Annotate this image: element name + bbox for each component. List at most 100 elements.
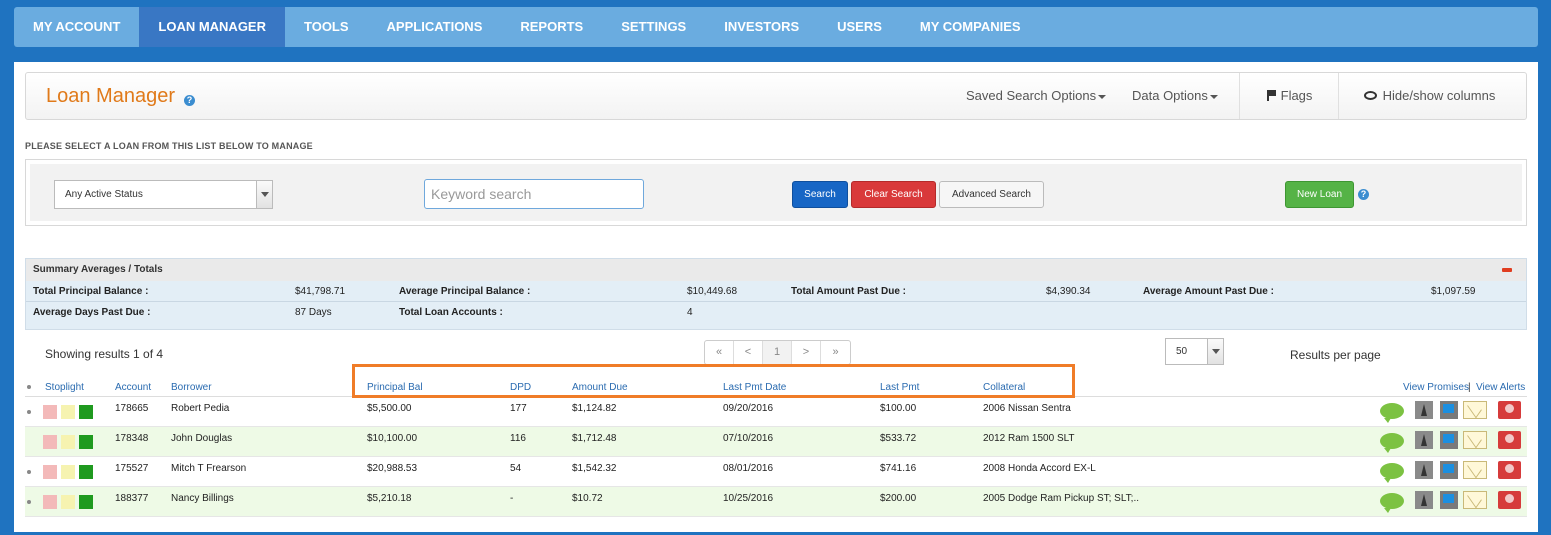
person-icon[interactable] — [1498, 461, 1521, 479]
per-page-select[interactable]: 50 — [1165, 338, 1224, 365]
envelope-icon[interactable] — [1463, 431, 1487, 449]
status-select[interactable]: Any Active Status — [54, 180, 273, 209]
col-collateral[interactable]: Collateral — [983, 382, 1025, 393]
chevron-down-icon — [256, 181, 272, 208]
loan-table: Stoplight Account Borrower Principal Bal… — [25, 377, 1527, 517]
col-principal-bal[interactable]: Principal Bal — [367, 382, 423, 393]
envelope-icon[interactable] — [1463, 461, 1487, 479]
envelope-icon[interactable] — [1463, 401, 1487, 419]
saved-search-options-dropdown[interactable]: Saved Search Options — [966, 73, 1107, 119]
cell-dpd: 116 — [510, 433, 526, 444]
broadcast-tower-icon[interactable] — [1415, 401, 1433, 419]
pager-next-button[interactable]: > — [792, 341, 821, 364]
message-icon[interactable] — [1440, 461, 1458, 479]
person-icon[interactable] — [1498, 491, 1521, 509]
advanced-search-button[interactable]: Advanced Search — [939, 181, 1044, 208]
message-icon[interactable] — [1440, 401, 1458, 419]
message-icon[interactable] — [1440, 431, 1458, 449]
nav-users[interactable]: USERS — [818, 7, 901, 47]
message-icon[interactable] — [1440, 491, 1458, 509]
keyword-search-input[interactable] — [424, 179, 644, 209]
stoplight-green[interactable] — [79, 435, 93, 449]
total-principal-label: Total Principal Balance : — [33, 286, 149, 297]
page-title: Loan Manager — [46, 85, 175, 107]
chevron-down-icon — [1207, 339, 1223, 364]
cell-dpd: 54 — [510, 463, 522, 474]
view-alerts-link[interactable]: View Alerts — [1476, 382, 1525, 393]
table-row[interactable]: 178665 Robert Pedia $5,500.00 177 $1,124… — [25, 397, 1527, 427]
help-icon[interactable]: ? — [184, 95, 195, 106]
avg-past-due-label: Average Amount Past Due : — [1143, 286, 1274, 297]
clear-search-button[interactable]: Clear Search — [851, 181, 936, 208]
total-principal-value: $41,798.71 — [295, 286, 346, 297]
person-icon[interactable] — [1498, 401, 1521, 419]
broadcast-tower-icon[interactable] — [1415, 431, 1433, 449]
data-options-dropdown[interactable]: Data Options — [1132, 73, 1218, 119]
person-icon[interactable] — [1498, 431, 1521, 449]
table-row[interactable]: 178348 John Douglas $10,100.00 116 $1,71… — [25, 427, 1527, 457]
divider — [1338, 73, 1339, 119]
col-last-pmt[interactable]: Last Pmt — [880, 382, 919, 393]
nav-my-companies[interactable]: MY COMPANIES — [901, 7, 1040, 47]
pager-page-1[interactable]: 1 — [763, 341, 792, 364]
cell-account: 188377 — [115, 493, 149, 504]
pager-prev-button[interactable]: < — [734, 341, 763, 364]
stoplight-green[interactable] — [79, 495, 93, 509]
stoplight-green[interactable] — [79, 465, 93, 479]
cell-borrower: Robert Pedia — [171, 403, 230, 414]
avg-dpd-label: Average Days Past Due : — [33, 307, 151, 318]
nav-investors[interactable]: INVESTORS — [705, 7, 818, 47]
stoplight-green[interactable] — [79, 405, 93, 419]
broadcast-tower-icon[interactable] — [1415, 461, 1433, 479]
eye-icon — [1364, 91, 1377, 100]
cell-amount-due: $1,542.32 — [572, 463, 617, 474]
help-icon[interactable]: ? — [1358, 189, 1369, 200]
cell-principal: $10,100.00 — [367, 433, 418, 444]
stoplight-yellow[interactable] — [61, 495, 75, 509]
pager-last-button[interactable]: » — [821, 341, 850, 364]
stoplight-yellow[interactable] — [61, 435, 75, 449]
view-promises-link[interactable]: View Promises — [1403, 382, 1469, 393]
chat-bubble-icon[interactable] — [1380, 433, 1404, 453]
col-last-pmt-date[interactable]: Last Pmt Date — [723, 382, 786, 393]
hide-show-columns-button[interactable]: Hide/show columns — [1364, 73, 1495, 119]
summary-row: Total Principal Balance : $41,798.71 Ave… — [26, 281, 1526, 302]
table-row[interactable]: 175527 Mitch T Frearson $20,988.53 54 $1… — [25, 457, 1527, 487]
table-row[interactable]: 188377 Nancy Billings $5,210.18 - $10.72… — [25, 487, 1527, 517]
chat-bubble-icon[interactable] — [1380, 493, 1404, 513]
nav-reports[interactable]: REPORTS — [501, 7, 602, 47]
cell-dpd: 177 — [510, 403, 527, 414]
stoplight-red[interactable] — [43, 495, 57, 509]
col-stoplight[interactable]: Stoplight — [45, 382, 84, 393]
col-amount-due[interactable]: Amount Due — [572, 382, 628, 393]
nav-loan-manager[interactable]: LOAN MANAGER — [139, 7, 285, 47]
summary-row: Average Days Past Due : 87 Days Total Lo… — [26, 302, 1526, 323]
collapse-icon[interactable] — [1502, 268, 1512, 272]
stoplight-red[interactable] — [43, 405, 57, 419]
col-borrower[interactable]: Borrower — [171, 382, 212, 393]
search-panel-inner: Any Active Status Search Clear Search Ad… — [30, 164, 1522, 221]
flags-button[interactable]: Flags — [1267, 73, 1312, 119]
caret-down-icon — [1209, 94, 1218, 99]
cell-collateral: 2008 Honda Accord EX-L — [983, 463, 1096, 474]
broadcast-tower-icon[interactable] — [1415, 491, 1433, 509]
nav-my-account[interactable]: MY ACCOUNT — [14, 7, 139, 47]
col-account[interactable]: Account — [115, 382, 151, 393]
summary-title: Summary Averages / Totals — [26, 259, 1526, 281]
envelope-icon[interactable] — [1463, 491, 1487, 509]
nav-settings[interactable]: SETTINGS — [602, 7, 705, 47]
nav-tools[interactable]: TOOLS — [285, 7, 368, 47]
stoplight-red[interactable] — [43, 465, 57, 479]
stoplight-yellow[interactable] — [61, 465, 75, 479]
col-dpd[interactable]: DPD — [510, 382, 531, 393]
stoplight-yellow[interactable] — [61, 405, 75, 419]
nav-applications[interactable]: APPLICATIONS — [368, 7, 502, 47]
chat-bubble-icon[interactable] — [1380, 463, 1404, 483]
new-loan-button[interactable]: New Loan — [1285, 181, 1354, 208]
search-button[interactable]: Search — [792, 181, 848, 208]
stoplight-red[interactable] — [43, 435, 57, 449]
chat-bubble-icon[interactable] — [1380, 403, 1404, 423]
cell-principal: $5,500.00 — [367, 403, 412, 414]
cell-account: 178665 — [115, 403, 149, 414]
pager-first-button[interactable]: « — [705, 341, 734, 364]
